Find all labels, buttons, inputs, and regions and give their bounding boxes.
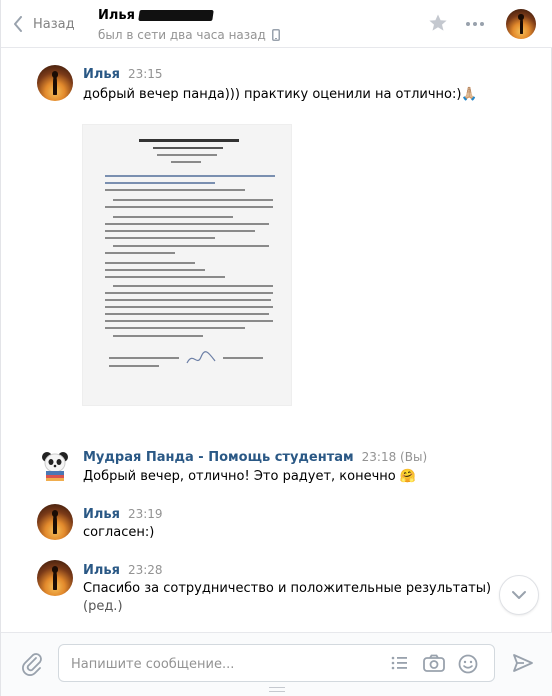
- message-text: согласен:): [83, 525, 155, 540]
- message-header: Илья 23:19: [83, 507, 163, 522]
- avatar[interactable]: [37, 65, 73, 101]
- resize-handle[interactable]: [269, 687, 285, 692]
- message-header: Мудрая Панда - Помощь студентам 23:18 (В…: [83, 450, 427, 465]
- back-button[interactable]: Назад: [13, 13, 75, 35]
- send-icon: [513, 654, 533, 672]
- doc-line: [113, 335, 203, 337]
- chevron-down-icon: [512, 591, 526, 599]
- send-button[interactable]: [512, 653, 534, 677]
- signature-mark: [186, 351, 216, 364]
- author-link[interactable]: Илья: [83, 563, 120, 578]
- doc-line: [109, 365, 159, 367]
- message-time[interactable]: 23:28: [128, 563, 163, 577]
- chevron-left-icon: [14, 16, 22, 32]
- back-label: Назад: [33, 16, 75, 32]
- doc-line: [113, 245, 269, 247]
- doc-line: [105, 292, 273, 294]
- doc-line: [157, 154, 217, 156]
- message-header: Илья 23:15: [83, 67, 163, 82]
- more-icon: [466, 22, 484, 26]
- template-button[interactable]: [390, 654, 408, 676]
- message-text: Добрый вечер, отлично! Это радует, конеч…: [83, 469, 417, 484]
- doc-line: [223, 357, 263, 359]
- message-input-box[interactable]: [58, 644, 495, 682]
- doc-line: [105, 189, 245, 191]
- doc-line: [105, 175, 275, 177]
- message-time[interactable]: 23:18 (Вы): [362, 450, 427, 464]
- peer-name-text: Илья: [98, 8, 135, 23]
- photo-attachment[interactable]: [83, 125, 291, 405]
- edited-marker[interactable]: (ред.): [83, 599, 123, 614]
- chat-window: Назад Илья был в сети два часа назад Иль…: [0, 0, 552, 696]
- more-button[interactable]: [465, 16, 485, 36]
- panda-avatar-icon: [42, 452, 68, 481]
- doc-line: [105, 206, 273, 208]
- peer-status-text: был в сети два часа назад: [98, 28, 266, 42]
- author-link[interactable]: Илья: [83, 507, 120, 522]
- star-icon: [429, 14, 447, 31]
- author-link[interactable]: Мудрая Панда - Помощь студентам: [83, 450, 354, 465]
- message-time[interactable]: 23:19: [128, 507, 163, 521]
- doc-line: [105, 230, 255, 232]
- avatar[interactable]: [37, 448, 73, 484]
- message-input[interactable]: [71, 654, 381, 674]
- doc-line: [113, 199, 273, 201]
- doc-line: [113, 285, 273, 287]
- avatar[interactable]: [37, 560, 73, 596]
- doc-line: [153, 147, 223, 149]
- paperclip-icon: [22, 653, 42, 676]
- message-text: Спасибо за сотрудничество и положительны…: [83, 581, 492, 596]
- doc-line: [105, 276, 225, 278]
- doc-line: [105, 262, 195, 264]
- doc-title-line: [139, 139, 239, 142]
- doc-line: [105, 327, 245, 329]
- redacted-surname: [138, 10, 214, 21]
- doc-line: [105, 237, 215, 239]
- author-link[interactable]: Илья: [83, 67, 120, 82]
- scroll-down-button[interactable]: [499, 575, 539, 615]
- doc-line: [105, 269, 205, 271]
- message-text: добрый вечер панда))) практику оценили н…: [83, 87, 478, 102]
- camera-icon: [423, 654, 445, 672]
- message-header: Илья 23:28: [83, 563, 163, 578]
- doc-line: [105, 223, 269, 225]
- camera-button[interactable]: [423, 654, 445, 676]
- peer-avatar[interactable]: [506, 9, 536, 39]
- avatar[interactable]: [37, 504, 73, 540]
- mobile-phone-icon: [271, 29, 280, 41]
- list-icon: [391, 656, 407, 670]
- doc-line: [171, 161, 201, 163]
- favorite-button[interactable]: [428, 13, 448, 37]
- doc-line: [109, 357, 179, 359]
- smile-icon: [458, 654, 478, 674]
- doc-line: [105, 306, 273, 308]
- doc-line: [105, 313, 269, 315]
- peer-name[interactable]: Илья: [98, 8, 214, 23]
- attach-button[interactable]: [21, 652, 43, 680]
- message-time[interactable]: 23:15: [128, 67, 163, 81]
- emoji-button[interactable]: [458, 654, 478, 678]
- doc-line: [105, 320, 273, 322]
- chat-header: Назад Илья был в сети два часа назад: [1, 0, 552, 48]
- doc-line: [105, 299, 271, 301]
- doc-line: [105, 252, 175, 254]
- doc-line: [105, 182, 215, 184]
- doc-line: [113, 216, 233, 218]
- peer-status: был в сети два часа назад: [98, 28, 280, 42]
